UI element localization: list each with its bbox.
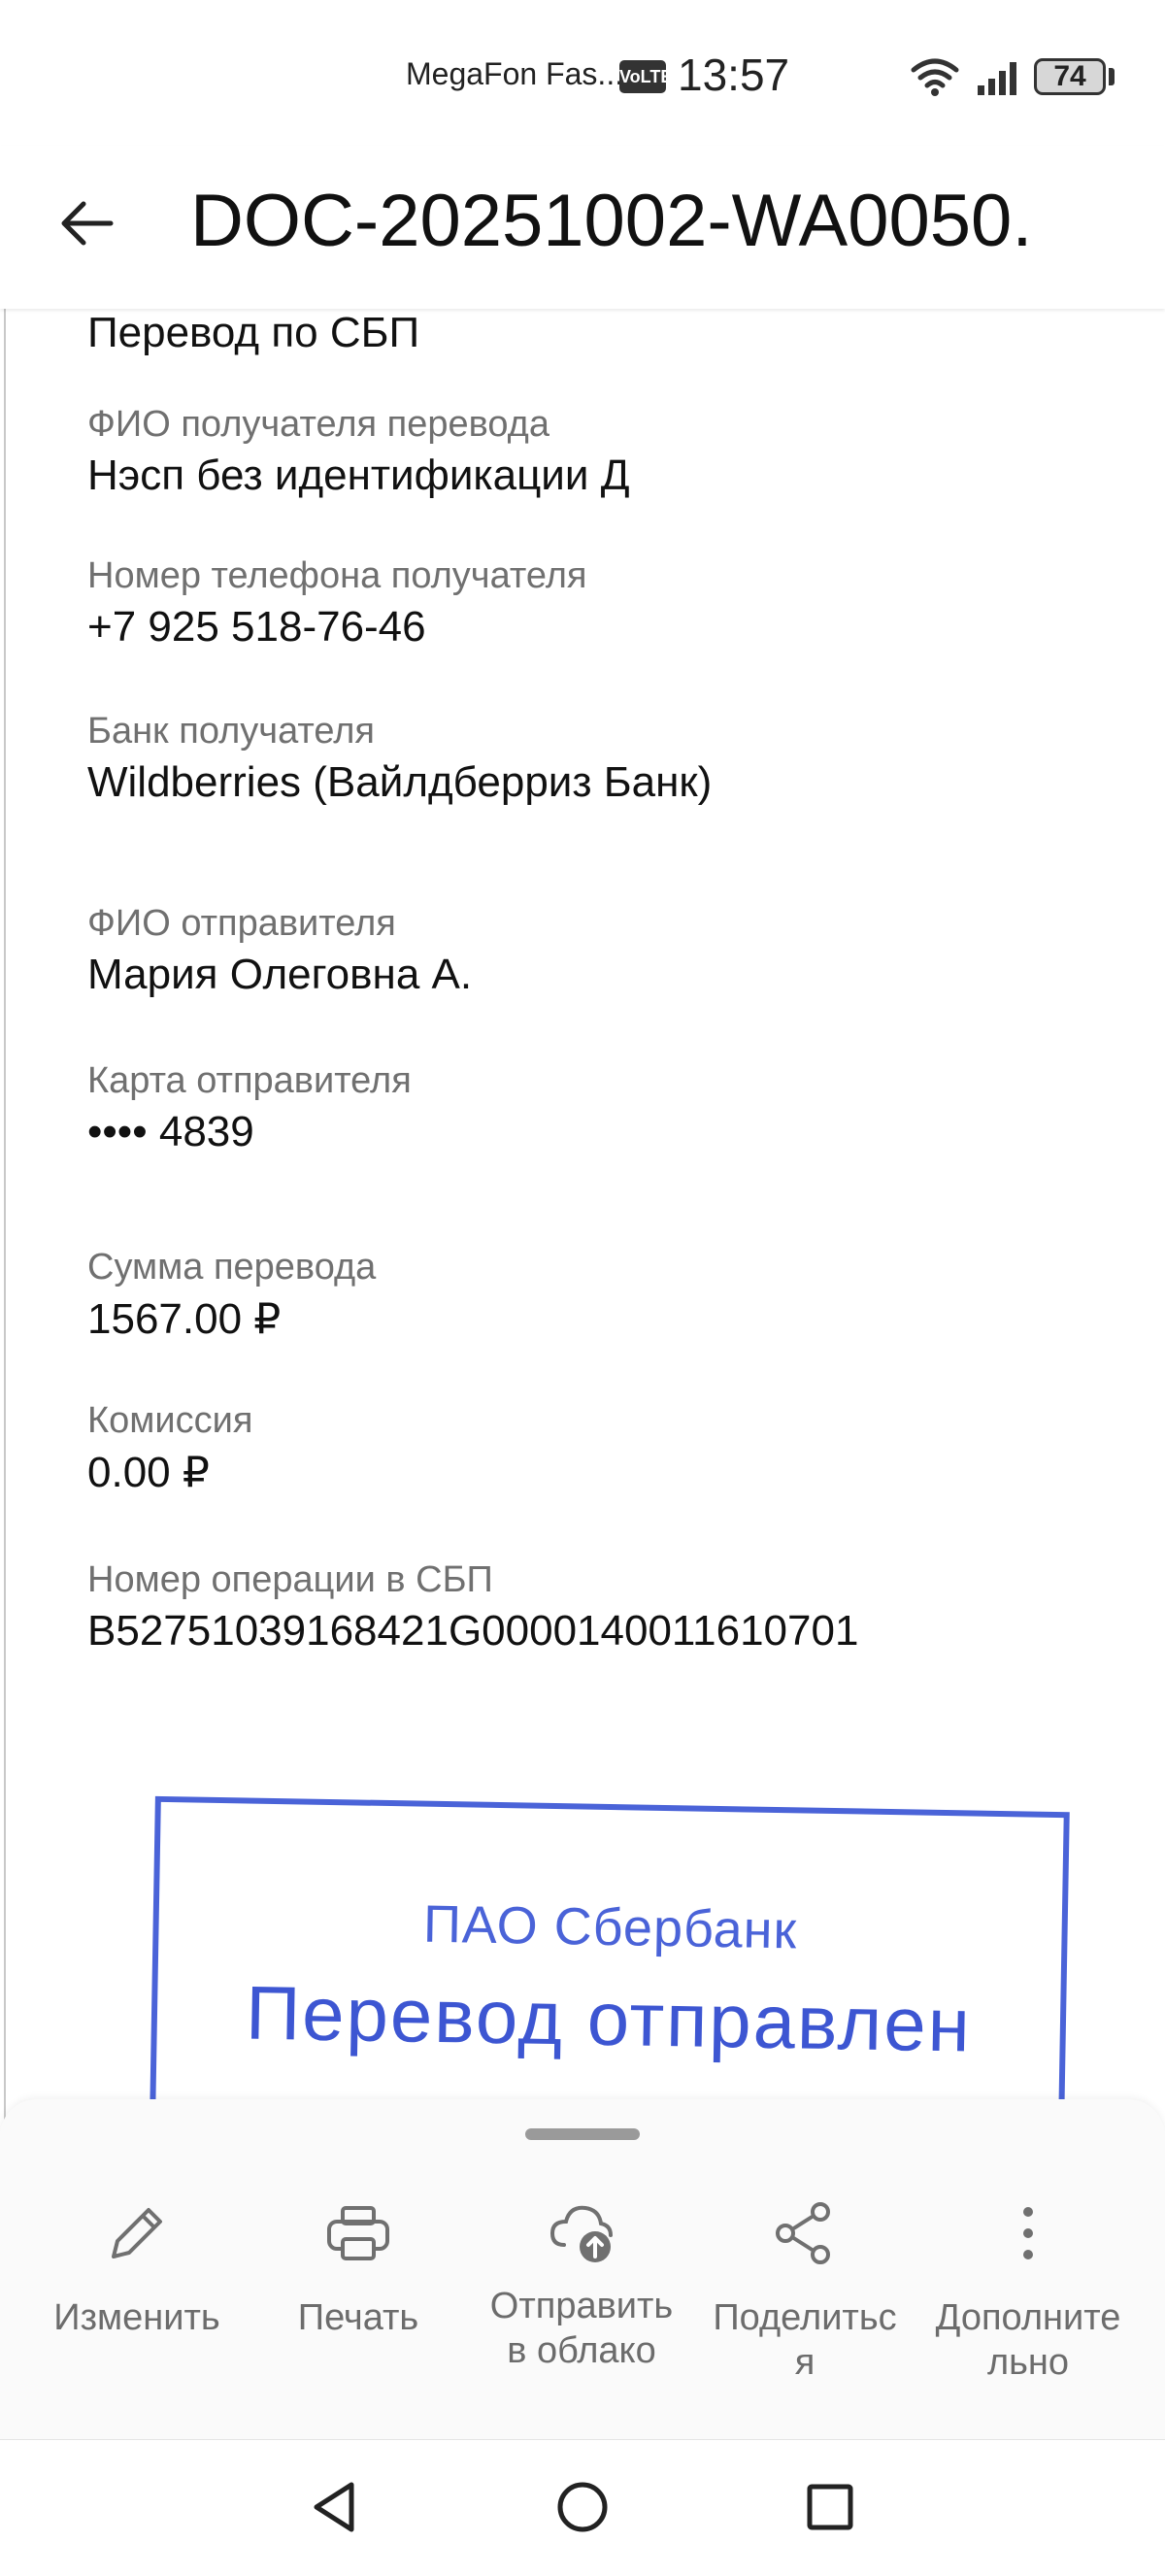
printer-icon [327,2206,389,2260]
cloud-upload-icon [549,2205,613,2262]
recents-square-icon[interactable] [796,2473,864,2541]
more-options-button[interactable]: Дополните льно [916,2196,1140,2385]
field-value: Нэсп без идентификации Д [87,452,630,499]
field-value: 1567.00 ₽ [87,1295,282,1343]
home-circle-icon[interactable] [549,2473,616,2541]
field-label: Сумма перевода [87,1247,377,1288]
carrier-name: MegaFon Fas... [406,56,624,91]
field-label: Комиссия [87,1400,253,1441]
field-value: 0.00 ₽ [87,1449,210,1496]
battery-tip [1109,68,1115,85]
stamp-bank-name: ПАО Сбербанк [422,1894,798,1960]
back-triangle-icon[interactable] [301,2473,369,2541]
share-button[interactable]: Поделитьс я [693,2196,916,2385]
label-line: Отправить [489,2286,674,2326]
label-line: Поделитьс [713,2297,897,2338]
field-value: Wildberries (Вайлдберриз Банк) [87,758,713,806]
field-recipient-bank: Банк получателя Wildberries (Вайлдберриз… [87,711,712,807]
document-page: Перевод по СБП ФИО получателя перевода Н… [4,309,1165,2124]
more-options-label: Дополните льно [916,2295,1140,2385]
share-label: Поделитьс я [693,2295,916,2385]
field-amount: Сумма перевода 1567.00 ₽ [87,1247,376,1344]
field-label: Номер операции в СБП [87,1559,493,1600]
bottom-action-sheet: Изменить Печать Отправить в облако Подел… [0,2099,1165,2439]
field-value: +7 925 518-76-46 [87,603,426,651]
transfer-type: Перевод по СБП [87,309,419,357]
edit-label: Изменить [25,2295,249,2340]
wifi-icon [911,58,959,96]
field-sbp-operation-number: Номер операции в СБП B52751039168421G000… [87,1559,858,1656]
field-recipient-phone: Номер телефона получателя +7 925 518-76-… [87,555,587,652]
field-value: Мария Олеговна А. [87,951,473,998]
field-sender-name: ФИО отправителя Мария Олеговна А. [87,903,472,999]
edit-button[interactable]: Изменить [25,2196,249,2340]
app-bar: DOC-20251002-WA0050. [0,146,1165,309]
label-line: в облако [507,2330,656,2371]
drag-handle[interactable] [525,2128,640,2140]
field-value: B52751039168421G0000140011610701 [87,1607,859,1655]
signal-icon [978,62,1016,95]
field-label: Банк получателя [87,711,375,752]
field-commission: Комиссия 0.00 ₽ [87,1400,252,1497]
print-button[interactable]: Печать [247,2196,470,2340]
label-line: льно [986,2342,1070,2383]
upload-to-cloud-button[interactable]: Отправить в облако [470,2196,693,2373]
field-label: Номер телефона получателя [87,555,587,596]
share-icon [776,2202,830,2264]
stamp-status: Перевод отправлен [245,1969,973,2068]
label-line: Печать [297,2297,419,2338]
arrow-left-icon[interactable] [56,192,118,254]
battery-icon: 74 [1034,58,1106,95]
field-sender-card: Карта отправителя •••• 4839 [87,1060,412,1156]
volte-badge: VoLTE [619,60,672,93]
transfer-type-value: Перевод по СБП [87,309,420,356]
label-line: Дополните [935,2297,1121,2338]
pencil-icon [112,2208,162,2258]
system-navigation-bar [0,2439,1165,2576]
label-line: Изменить [53,2297,220,2338]
upload-label: Отправить в облако [470,2284,693,2373]
field-label: Карта отправителя [87,1060,412,1101]
bank-stamp: ПАО Сбербанк Перевод отправлен [148,1795,1070,2124]
field-value: •••• 4839 [87,1108,254,1155]
document-title: DOC-20251002-WA0050. [190,180,1033,262]
field-label: ФИО отправителя [87,903,396,944]
field-recipient-name: ФИО получателя перевода Нэсп без идентиф… [87,404,630,500]
clock: 13:57 [678,50,790,100]
status-bar: MegaFon Fas... VoLTE 13:57 74 [0,0,1165,146]
print-label: Печать [247,2295,470,2340]
more-vertical-icon [1023,2207,1033,2259]
label-line: я [794,2342,816,2383]
field-label: ФИО получателя перевода [87,404,549,445]
